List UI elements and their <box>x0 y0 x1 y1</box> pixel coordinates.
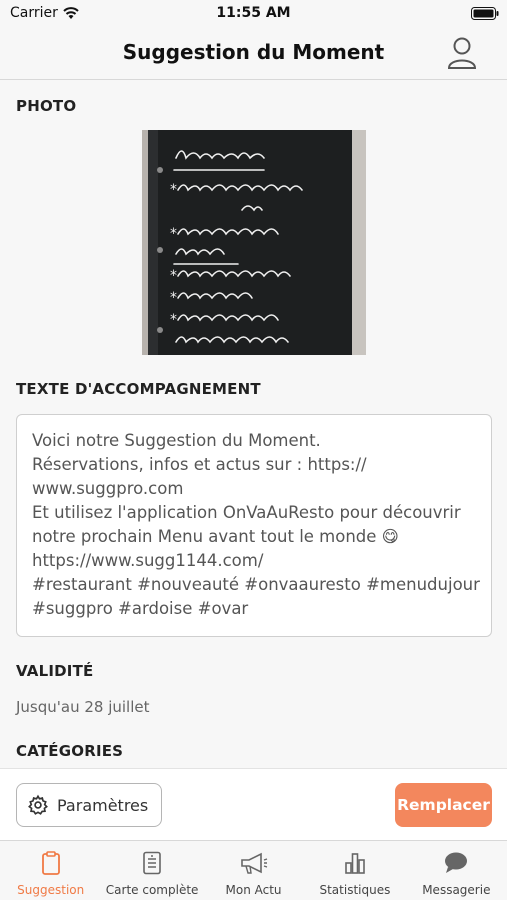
page-title: Suggestion du Moment <box>122 40 385 64</box>
battery-icon <box>471 7 499 20</box>
text-section-label: TEXTE D'ACCOMPAGNEMENT <box>16 380 261 398</box>
categories-section-label: CATÉGORIES <box>16 742 124 760</box>
tab-suggestion[interactable]: Suggestion <box>0 841 101 900</box>
status-bar: Carrier 11:55 AM <box>0 0 507 28</box>
replace-button-label: Remplacer <box>397 796 490 814</box>
textarea-line: #suggpro #ardoise #ovar <box>32 599 249 618</box>
clipboard-icon <box>41 851 60 875</box>
tab-news[interactable]: Mon Actu <box>203 841 304 900</box>
tab-bar: Suggestion Carte complète Mon Actu Stati… <box>0 840 507 900</box>
suggestion-photo[interactable]: * * * * * <box>142 130 366 355</box>
textarea-line: #restaurant #nouveauté #onvaauresto #men… <box>32 575 480 594</box>
svg-text:*: * <box>170 226 177 242</box>
validity-section-label: VALIDITÉ <box>16 662 94 680</box>
tab-statistics[interactable]: Statistiques <box>304 841 405 900</box>
gear-icon <box>28 794 48 815</box>
photo-section-label: PHOTO <box>16 97 77 115</box>
textarea-line: Et utilisez l'application OnVaAuResto po… <box>32 503 461 522</box>
megaphone-icon <box>240 852 267 874</box>
navigation-bar: Suggestion du Moment <box>0 28 507 80</box>
tab-messages[interactable]: Messagerie <box>406 841 507 900</box>
content-area[interactable]: PHOTO * * * * * TEXTE D'ACCOMPAGNEMENT V… <box>0 80 507 768</box>
description-textarea[interactable]: Voici notre Suggestion du Moment. Réserv… <box>16 414 492 637</box>
tab-label: Mon Actu <box>225 883 282 897</box>
profile-icon[interactable] <box>447 36 477 70</box>
tab-full-menu[interactable]: Carte complète <box>101 841 202 900</box>
svg-text:*: * <box>170 290 177 306</box>
validity-value[interactable]: Jusqu'au 28 juillet <box>16 698 150 716</box>
menu-card-icon <box>143 851 161 875</box>
textarea-line: www.suggpro.com <box>32 479 184 498</box>
textarea-line: https://www.sugg1144.com/ <box>32 551 264 570</box>
status-time: 11:55 AM <box>216 5 291 21</box>
textarea-line: notre prochain Menu avant tout le monde … <box>32 527 399 546</box>
action-bar: Paramètres Remplacer <box>0 768 507 840</box>
tab-label: Messagerie <box>422 883 491 897</box>
tab-label: Suggestion <box>17 883 85 897</box>
chat-bubble-icon <box>445 852 468 873</box>
settings-button[interactable]: Paramètres <box>16 783 162 827</box>
chalkboard-image: * * * * * <box>142 130 366 355</box>
textarea-line: Voici notre Suggestion du Moment. <box>32 431 321 450</box>
tab-label: Carte complète <box>105 883 199 897</box>
textarea-line: Réservations, infos et actus sur : https… <box>32 455 367 474</box>
svg-text:*: * <box>170 268 177 284</box>
replace-button[interactable]: Remplacer <box>395 783 492 827</box>
svg-text:*: * <box>170 182 177 198</box>
settings-button-label: Paramètres <box>57 795 149 815</box>
tab-label: Statistiques <box>319 883 391 897</box>
svg-text:*: * <box>170 312 177 328</box>
bar-chart-icon <box>345 853 365 874</box>
